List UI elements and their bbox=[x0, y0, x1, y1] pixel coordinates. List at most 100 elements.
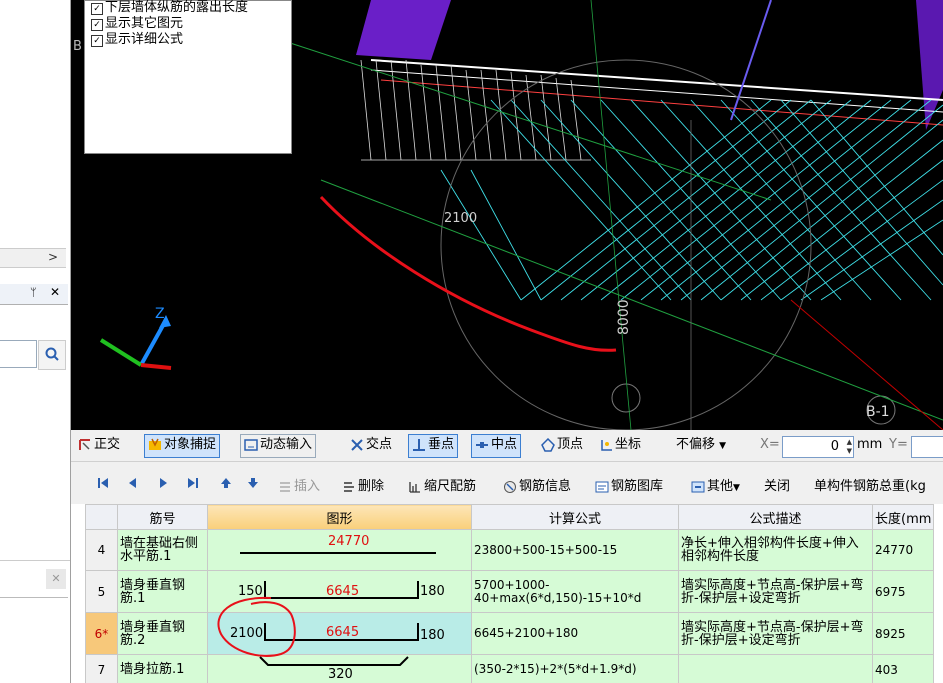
search-button[interactable] bbox=[38, 340, 66, 370]
other-icon bbox=[691, 481, 705, 492]
delete-button[interactable]: 删除 bbox=[339, 476, 387, 498]
x-coordinate-input[interactable]: 0 ▲ ▼ bbox=[782, 436, 854, 458]
last-record-button[interactable] bbox=[183, 476, 203, 498]
length-cell[interactable]: 403 bbox=[871, 654, 935, 683]
checkbox[interactable]: ✓ bbox=[91, 3, 103, 15]
col-header-desc[interactable]: 公式描述 bbox=[678, 504, 873, 530]
scale-rebar-button[interactable]: 缩尺配筋 bbox=[405, 476, 479, 498]
straight-bar-shape bbox=[240, 552, 436, 554]
shape-length-label: 24770 bbox=[328, 534, 370, 549]
left-horizontal-scrollbar[interactable]: > bbox=[0, 248, 66, 268]
desc-cell[interactable]: 净长+伸入相邻构件长度+伸入相邻构件长度 bbox=[678, 529, 873, 571]
divider bbox=[0, 597, 68, 598]
checkbox[interactable]: ✓ bbox=[91, 35, 103, 47]
dynamic-input-button[interactable]: 动态输入 bbox=[240, 434, 317, 458]
dynamic-input-icon bbox=[244, 438, 258, 451]
option-show-detailed-formula[interactable]: ✓ 显示详细公式 bbox=[91, 33, 183, 47]
lower-close-icon[interactable]: ✕ bbox=[46, 569, 66, 589]
delete-icon bbox=[344, 481, 354, 492]
option-show-other-elements[interactable]: ✓ 显示其它图元 bbox=[91, 17, 183, 31]
axis-label-b1: B-1 bbox=[866, 404, 890, 420]
chevron-down-icon: ▼ bbox=[733, 483, 740, 493]
desc-cell[interactable]: 墙实际高度+节点高-保护层+弯折-保护层+设定弯折 bbox=[678, 570, 873, 613]
intersection-icon bbox=[351, 438, 363, 451]
search-icon bbox=[45, 347, 59, 361]
scroll-right-arrow[interactable]: > bbox=[48, 250, 58, 264]
x-spinner[interactable]: ▲ ▼ bbox=[842, 438, 852, 456]
total-weight-label: 单构件钢筋总重(kg bbox=[814, 479, 926, 494]
vertex-snap-button[interactable]: 顶点 bbox=[538, 434, 586, 456]
rebar-info-button[interactable]: 钢筋信息 bbox=[500, 476, 574, 498]
close-icon[interactable]: ✕ bbox=[50, 285, 60, 299]
shape-right-label: 180 bbox=[420, 584, 445, 599]
last-icon bbox=[188, 478, 198, 488]
next-record-button[interactable] bbox=[153, 476, 173, 498]
axis-z-label: Z bbox=[155, 306, 165, 322]
col-header-num bbox=[85, 504, 118, 530]
length-cell[interactable]: 6975 bbox=[871, 570, 935, 613]
green-guide-line bbox=[590, 0, 632, 430]
move-down-button[interactable] bbox=[243, 476, 263, 498]
move-up-button[interactable] bbox=[216, 476, 236, 498]
row-number: 5 bbox=[85, 570, 118, 613]
object-snap-button[interactable]: 对象捕捉 bbox=[144, 434, 221, 458]
first-icon bbox=[98, 478, 108, 488]
table-row[interactable]: 4 墙在基础右侧水平筋.1 24770 23800+500-15+500-15 … bbox=[85, 529, 935, 571]
y-coordinate-input[interactable] bbox=[911, 436, 943, 458]
row-number: 4 bbox=[85, 529, 118, 571]
prev-record-button[interactable] bbox=[123, 476, 143, 498]
perpendicular-snap-button[interactable]: 垂点 bbox=[408, 434, 459, 458]
arrow-up-icon bbox=[221, 478, 231, 488]
left-panel-header: ᛘ ✕ bbox=[0, 284, 68, 305]
dimension-2100: 2100 bbox=[444, 211, 477, 226]
col-header-shape[interactable]: 图形 bbox=[207, 504, 472, 530]
offset-select[interactable]: 不偏移 ▼ bbox=[673, 434, 729, 456]
prev-icon bbox=[129, 478, 136, 488]
axis-bubble bbox=[611, 383, 641, 413]
coordinate-icon bbox=[601, 439, 612, 451]
midpoint-snap-button[interactable]: 中点 bbox=[471, 434, 522, 458]
close-button[interactable]: 关闭 bbox=[761, 476, 793, 498]
insert-button[interactable]: 插入 bbox=[275, 476, 323, 498]
cyan-rebar-mesh bbox=[440, 99, 943, 301]
checkbox[interactable]: ✓ bbox=[91, 19, 103, 31]
pin-icon[interactable]: ᛘ bbox=[30, 286, 37, 299]
rebar-info-icon bbox=[504, 480, 516, 493]
intersection-snap-button[interactable]: 交点 bbox=[347, 434, 395, 456]
formula-cell[interactable]: 5700+1000-40+max(6*d,150)-15+10*d bbox=[471, 570, 679, 613]
axis-gizmo bbox=[99, 315, 172, 370]
other-menu-button[interactable]: 其他▼ bbox=[688, 476, 743, 498]
scale-rebar-icon bbox=[409, 481, 420, 493]
chevron-down-icon: ▼ bbox=[719, 441, 727, 451]
col-header-formula[interactable]: 计算公式 bbox=[471, 504, 679, 530]
bar-name-cell[interactable]: 墙身拉筋.1 bbox=[117, 654, 208, 683]
bar-name-cell[interactable]: 墙身垂直钢筋.1 bbox=[117, 570, 208, 613]
length-cell[interactable]: 8925 bbox=[871, 612, 935, 655]
slab-edge-red bbox=[380, 79, 943, 126]
desc-cell[interactable] bbox=[678, 654, 873, 683]
length-cell[interactable]: 24770 bbox=[871, 529, 935, 571]
formula-cell[interactable]: (350-2*15)+2*(5*d+1.9*d) bbox=[471, 654, 679, 683]
next-icon bbox=[160, 478, 167, 488]
ortho-button[interactable]: 正交 bbox=[75, 434, 123, 456]
col-header-length[interactable]: 长度(mm bbox=[871, 504, 935, 530]
rebar-library-button[interactable]: 钢筋图库 bbox=[592, 476, 666, 498]
row-number: 6* bbox=[85, 612, 118, 655]
search-input[interactable] bbox=[0, 340, 37, 368]
shape-right-label: 180 bbox=[420, 628, 445, 643]
first-record-button[interactable] bbox=[93, 476, 113, 498]
coordinate-snap-button[interactable]: 坐标 bbox=[596, 434, 644, 456]
option-rebar-exposed-length[interactable]: ✓ 下层墙体纵筋的露出长度 bbox=[91, 1, 248, 15]
bar-name-cell[interactable]: 墙在基础右侧水平筋.1 bbox=[117, 529, 208, 571]
shape-cell[interactable]: 24770 bbox=[207, 529, 472, 571]
display-options-panel: ✓ 下层墙体纵筋的露出长度 ✓ 显示其它图元 ✓ 显示详细公式 bbox=[84, 0, 292, 154]
white-rebar-hatch bbox=[360, 59, 591, 161]
left-search bbox=[0, 340, 66, 370]
axis-label-b: B bbox=[73, 39, 82, 54]
formula-cell[interactable]: 23800+500-15+500-15 bbox=[471, 529, 679, 571]
col-header-bar-no[interactable]: 筋号 bbox=[117, 504, 208, 530]
desc-cell[interactable]: 墙实际高度+节点高-保护层+弯折-保护层+设定弯折 bbox=[678, 612, 873, 655]
bar-name-cell[interactable]: 墙身垂直钢筋.2 bbox=[117, 612, 208, 655]
formula-cell[interactable]: 6645+2100+180 bbox=[471, 612, 679, 655]
vertex-icon bbox=[541, 437, 555, 452]
